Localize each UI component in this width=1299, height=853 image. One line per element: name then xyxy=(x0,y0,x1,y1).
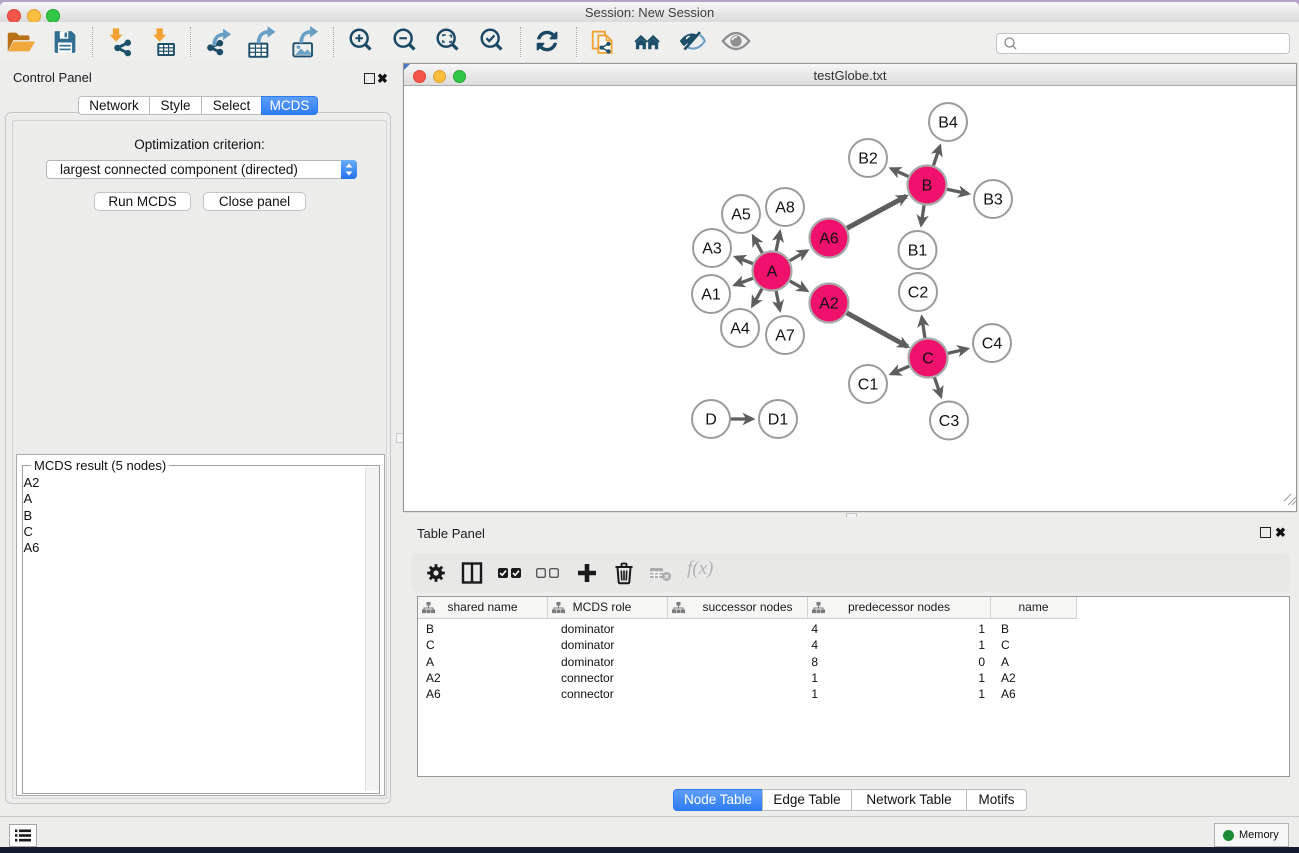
svg-text:A1: A1 xyxy=(701,287,721,304)
svg-text:C3: C3 xyxy=(939,413,960,430)
svg-text:A: A xyxy=(767,264,778,281)
svg-text:D1: D1 xyxy=(768,412,789,429)
svg-text:B3: B3 xyxy=(983,192,1003,209)
svg-text:A6: A6 xyxy=(819,231,839,248)
svg-text:A2: A2 xyxy=(819,296,839,313)
svg-text:A5: A5 xyxy=(731,207,751,224)
svg-text:C2: C2 xyxy=(908,285,929,302)
svg-text:B4: B4 xyxy=(938,115,958,132)
svg-text:B1: B1 xyxy=(908,243,928,260)
svg-text:C4: C4 xyxy=(982,336,1003,353)
svg-text:A7: A7 xyxy=(775,328,795,345)
svg-text:C: C xyxy=(922,351,934,368)
svg-text:D: D xyxy=(705,412,717,429)
svg-text:B2: B2 xyxy=(858,151,878,168)
svg-text:B: B xyxy=(922,178,933,195)
svg-text:A4: A4 xyxy=(730,321,750,338)
svg-text:C1: C1 xyxy=(858,377,879,394)
svg-text:A3: A3 xyxy=(702,241,722,258)
svg-text:A8: A8 xyxy=(775,200,795,217)
